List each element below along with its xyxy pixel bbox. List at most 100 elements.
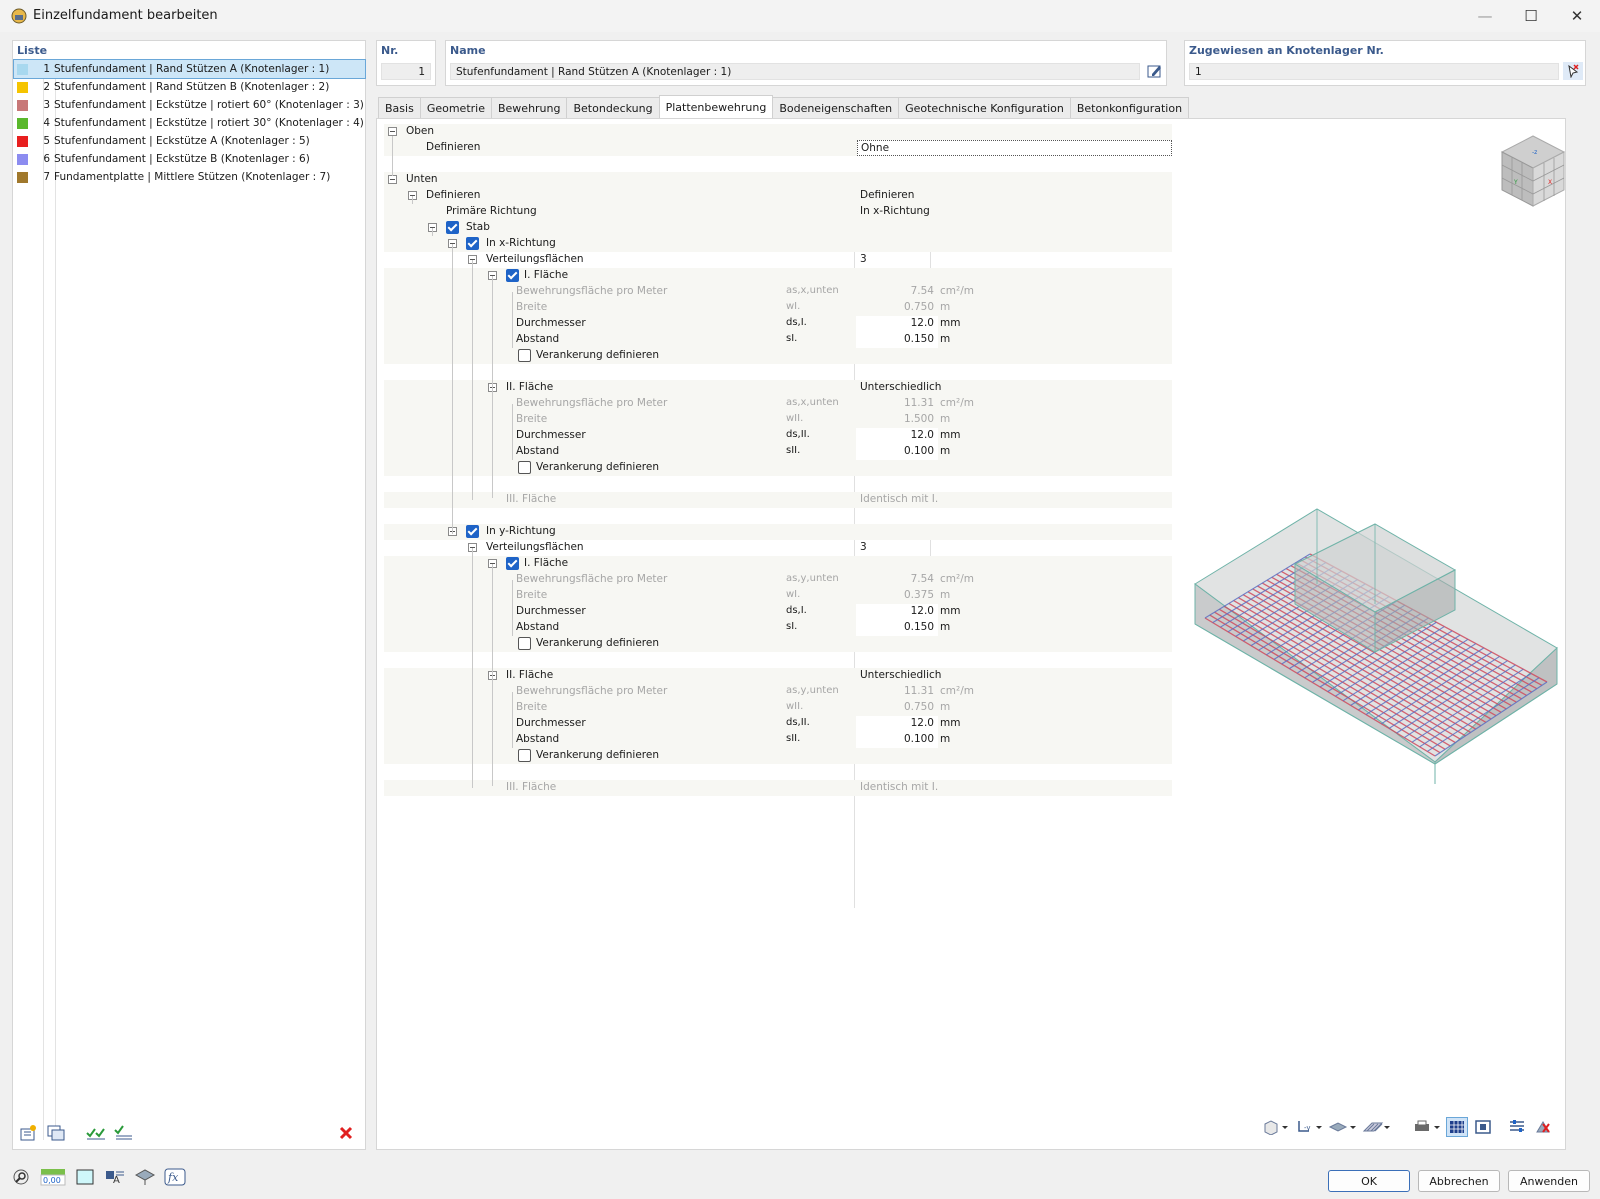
maximize-button[interactable]: ☐ xyxy=(1508,0,1554,32)
tree-value[interactable]: Unterschiedlich xyxy=(860,669,941,681)
grid-icon[interactable] xyxy=(1446,1117,1468,1137)
close-button[interactable]: ✕ xyxy=(1554,0,1600,32)
print-icon[interactable] xyxy=(1412,1117,1442,1137)
view-cube-icon[interactable]: -z Y X xyxy=(1498,132,1568,208)
assigned-field[interactable]: 1 xyxy=(1189,63,1559,80)
tree-row xyxy=(384,652,1172,668)
tree-label: Bewehrungsfläche pro Meter xyxy=(516,685,668,697)
tree-value[interactable]: 3 xyxy=(860,541,867,553)
view-box-icon[interactable] xyxy=(1262,1117,1290,1137)
numeric-value[interactable]: 0.100 xyxy=(856,445,934,457)
checkbox-checked[interactable] xyxy=(466,237,479,250)
symbol-label: sII. xyxy=(786,445,801,456)
unit-label: m xyxy=(940,733,951,745)
top-definition-select[interactable]: Ohne xyxy=(857,140,1172,156)
display-mode-icon[interactable] xyxy=(1328,1117,1358,1137)
numeric-value[interactable]: 0.100 xyxy=(856,733,934,745)
tree-value[interactable]: In x-Richtung xyxy=(860,205,930,217)
checkbox-checked[interactable] xyxy=(506,557,519,570)
list-item[interactable]: 3 Stufenfundament | Eckstütze | rotiert 6… xyxy=(14,96,365,114)
uncheck-all-icon[interactable] xyxy=(113,1123,135,1143)
list-item-label: Stufenfundament | Eckstütze A (Knotenlag… xyxy=(54,135,310,147)
frame-icon[interactable] xyxy=(1472,1117,1494,1137)
tab-2[interactable]: Geometrie xyxy=(419,97,492,119)
numeric-value[interactable]: 12.0 xyxy=(856,429,934,441)
color-box-icon[interactable] xyxy=(74,1167,96,1187)
checkbox-checked[interactable] xyxy=(446,221,459,234)
tab-5[interactable]: Plattenbewehrung xyxy=(658,95,774,119)
check-all-icon[interactable] xyxy=(85,1123,107,1143)
tab-3[interactable]: Bewehrung xyxy=(490,97,568,119)
view-icon[interactable] xyxy=(134,1167,156,1187)
ok-button[interactable]: OK xyxy=(1328,1170,1410,1192)
collapse-icon[interactable] xyxy=(388,175,397,184)
list-divider xyxy=(43,60,44,1140)
list-header: Liste xyxy=(17,44,48,57)
nr-field[interactable]: 1 xyxy=(381,63,431,80)
numeric-value[interactable]: 0.150 xyxy=(856,621,934,633)
checkbox-checked[interactable] xyxy=(506,269,519,282)
edit-name-icon[interactable] xyxy=(1146,62,1164,80)
tree-value[interactable]: Identisch mit I. xyxy=(860,781,938,793)
tab-4[interactable]: Betondeckung xyxy=(566,97,660,119)
symbol-label: ds,I. xyxy=(786,317,807,328)
search-icon[interactable] xyxy=(10,1167,32,1187)
pick-node-icon[interactable] xyxy=(1563,62,1583,80)
apply-button[interactable]: Anwenden xyxy=(1508,1170,1590,1192)
formula-icon[interactable]: fx xyxy=(164,1167,186,1187)
list-item-number: 2 xyxy=(43,81,50,93)
tree-value[interactable]: 3 xyxy=(860,253,867,265)
copy-item-icon[interactable] xyxy=(45,1123,67,1143)
tree-value[interactable]: Definieren xyxy=(860,189,914,201)
checkbox-unchecked[interactable] xyxy=(518,637,531,650)
cancel-button[interactable]: Abbrechen xyxy=(1418,1170,1500,1192)
checkbox-unchecked[interactable] xyxy=(518,349,531,362)
new-item-icon[interactable] xyxy=(17,1123,39,1143)
numeric-value[interactable]: 12.0 xyxy=(856,717,934,729)
tree-value[interactable]: Unterschiedlich xyxy=(860,381,941,393)
checkbox-unchecked[interactable] xyxy=(518,749,531,762)
name-label: Name xyxy=(450,44,486,57)
color-swatch xyxy=(17,81,28,93)
tab-6[interactable]: Bodeneigenschaften xyxy=(772,97,900,119)
list-item[interactable]: 7 Fundamentplatte | Mittlere Stützen (Kno… xyxy=(14,168,365,186)
name-field[interactable]: Stufenfundament | Rand Stützen A (Knoten… xyxy=(450,63,1140,80)
svg-text:Y: Y xyxy=(1513,179,1518,186)
numeric-value[interactable]: 12.0 xyxy=(856,317,934,329)
tree-row: Verteilungsflächen 3 xyxy=(384,540,1172,556)
reset-view-icon[interactable] xyxy=(1532,1117,1554,1137)
list-item[interactable]: 5 Stufenfundament | Eckstütze A (Knotenla… xyxy=(14,132,365,150)
tab-7[interactable]: Geotechnische Konfiguration xyxy=(898,97,1071,119)
tab-8[interactable]: Betonkonfiguration xyxy=(1069,97,1190,119)
list-item[interactable]: 2 Stufenfundament | Rand Stützen B (Knote… xyxy=(14,78,365,96)
symbol-label: wII. xyxy=(786,701,804,712)
tree-row: Durchmesser ds,I. 12.0 mm xyxy=(384,316,1172,332)
settings-icon[interactable] xyxy=(1506,1117,1528,1137)
tree-label: Definieren xyxy=(426,189,481,201)
list-item[interactable]: 4 Stufenfundament | Eckstütze | rotiert 3… xyxy=(14,114,365,132)
unit-label: cm²/m xyxy=(940,397,974,409)
foundation-model[interactable] xyxy=(1185,494,1562,914)
tab-1[interactable]: Basis xyxy=(378,97,421,119)
minimize-button[interactable]: — xyxy=(1462,0,1508,32)
tree-label: Definieren xyxy=(426,141,481,153)
color-swatch xyxy=(17,153,28,165)
hatch-icon[interactable] xyxy=(1362,1117,1392,1137)
tree-label: Stab xyxy=(466,221,490,233)
list-item[interactable]: 6 Stufenfundament | Eckstütze B (Knotenla… xyxy=(14,150,365,168)
numeric-value[interactable]: 0.150 xyxy=(856,333,934,345)
units-icon[interactable]: 0,00 xyxy=(40,1167,66,1187)
axis-icon[interactable]: -y xyxy=(1294,1117,1324,1137)
list-item[interactable]: 1 Stufenfundament | Rand Stützen A (Knote… xyxy=(13,59,366,79)
collapse-icon[interactable] xyxy=(388,127,397,136)
delete-icon[interactable] xyxy=(335,1123,357,1143)
numeric-value[interactable]: 12.0 xyxy=(856,605,934,617)
tree-value[interactable]: Identisch mit I. xyxy=(860,493,938,505)
checkbox-checked[interactable] xyxy=(466,525,479,538)
unit-label: m xyxy=(940,589,951,601)
text-style-icon[interactable]: A xyxy=(104,1167,126,1187)
nr-panel: Nr. 1 xyxy=(376,40,436,86)
svg-text:0,00: 0,00 xyxy=(43,1176,61,1185)
name-panel: Name Stufenfundament | Rand Stützen A (K… xyxy=(445,40,1167,86)
checkbox-unchecked[interactable] xyxy=(518,461,531,474)
